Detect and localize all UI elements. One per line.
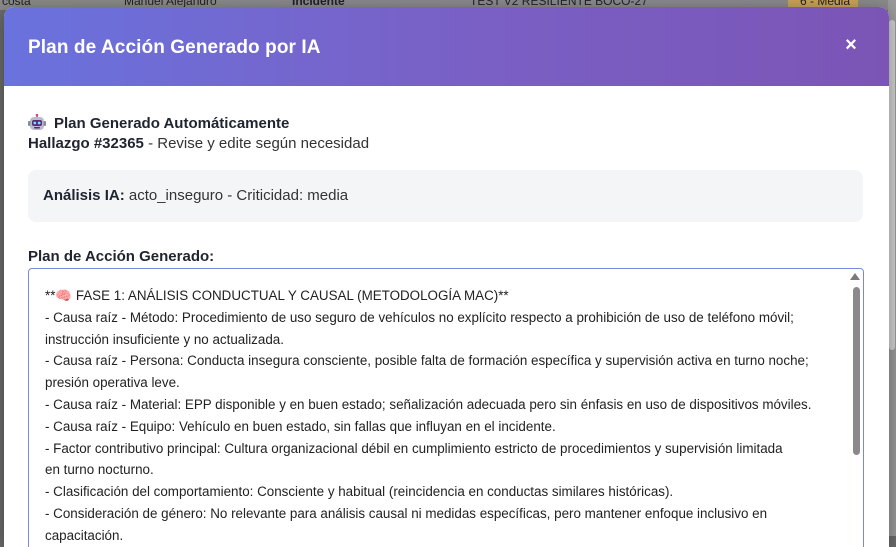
plan-line: - Consideración de género: No relevante … [45, 505, 768, 521]
finding-line: Hallazgo #32365 - Revise y edite según n… [28, 135, 369, 152]
plan-line: - Clasificación del comportamiento: Cons… [45, 484, 674, 500]
page-scrollbar-thumb[interactable] [889, 20, 895, 350]
page-scrollbar[interactable] [888, 0, 896, 536]
finding-instructions: - Revise y edite según necesidad [143, 135, 370, 152]
plan-header: Plan Generado Automáticamente [28, 113, 289, 133]
close-icon[interactable]: × [839, 33, 863, 57]
plan-line: instrucción insuficiente y no actualizad… [45, 331, 284, 347]
robot-icon [28, 114, 46, 130]
plan-line: en turno nocturno. [45, 462, 154, 478]
ai-analysis-value: acto_inseguro - Criticidad: media [124, 187, 349, 204]
modal-header: Plan de Acción Generado por IA × [4, 7, 889, 86]
plan-line: **🧠 FASE 1: ANÁLISIS CONDUCTUAL Y CAUSAL… [45, 288, 509, 303]
plan-generated-title: Plan Generado Automáticamente [54, 114, 290, 132]
plan-line: - Factor contributivo principal: Cultura… [45, 440, 783, 456]
scroll-up-arrow-icon[interactable] [850, 273, 860, 280]
plan-textarea-label: Plan de Acción Generado: [28, 248, 215, 265]
plan-line: - Causa raíz - Equipo: Vehículo en buen … [45, 418, 556, 434]
textarea-scrollbar-thumb[interactable] [853, 287, 860, 455]
textarea-scrollbar[interactable] [849, 269, 863, 547]
ai-plan-modal: Plan de Acción Generado por IA × Plan Ge… [4, 7, 889, 547]
plan-textarea-content[interactable]: **🧠 FASE 1: ANÁLISIS CONDUCTUAL Y CAUSAL… [45, 285, 835, 547]
plan-line: presión operativa leve. [45, 375, 180, 391]
plan-textarea[interactable]: **🧠 FASE 1: ANÁLISIS CONDUCTUAL Y CAUSAL… [28, 268, 864, 547]
ai-analysis-box: Análisis IA: acto_inseguro - Criticidad:… [28, 170, 863, 222]
plan-line: - Causa raíz - Persona: Conducta insegur… [45, 353, 809, 369]
plan-line: - Causa raíz - Método: Procedimiento de … [45, 309, 794, 325]
plan-line: - Causa raíz - Material: EPP disponible … [45, 396, 812, 412]
ai-analysis-text: Análisis IA: acto_inseguro - Criticidad:… [43, 187, 348, 204]
modal-title: Plan de Acción Generado por IA [28, 37, 321, 58]
finding-id: Hallazgo #32365 [28, 135, 144, 152]
ai-analysis-label: Análisis IA: [43, 187, 125, 204]
